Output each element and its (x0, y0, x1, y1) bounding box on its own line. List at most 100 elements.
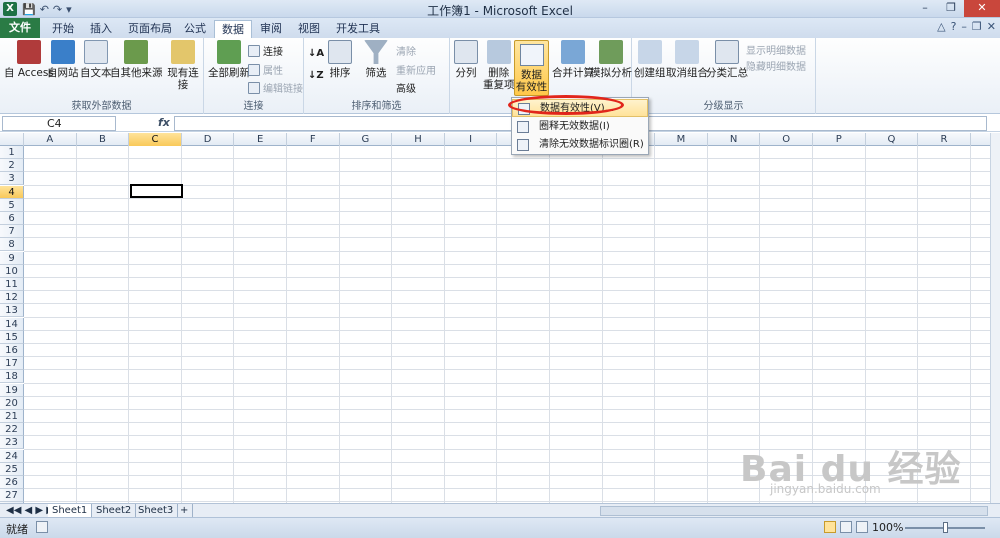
row-header[interactable]: 24 (0, 449, 24, 463)
filter-button[interactable]: 筛选 (364, 40, 388, 79)
doc-restore-icon[interactable]: ❐ (972, 20, 982, 33)
tab-page-layout[interactable]: 页面布局 (124, 20, 176, 38)
remove-duplicates-button[interactable]: 删除 重复项 (483, 40, 515, 91)
column-header[interactable]: G (340, 133, 393, 146)
ungroup-button[interactable]: 取消组合 (666, 40, 708, 79)
row-header[interactable]: 16 (0, 344, 24, 357)
page-break-view-icon[interactable] (856, 521, 868, 533)
row-header[interactable]: 15 (0, 330, 24, 344)
column-header[interactable]: B (77, 133, 130, 146)
zoom-slider-thumb[interactable] (943, 522, 948, 533)
row-header[interactable]: 27 (0, 489, 24, 503)
column-header[interactable]: F (287, 133, 340, 146)
help-icon[interactable]: ? (951, 20, 957, 33)
advanced-button[interactable]: 高级 (396, 80, 416, 95)
from-other-sources-button[interactable]: 自其他来源 (110, 40, 163, 79)
name-box[interactable]: C4 (2, 116, 116, 131)
reapply-button[interactable]: 重新应用 (396, 62, 436, 77)
tab-data[interactable]: 数据 (214, 20, 252, 39)
doc-close-icon[interactable]: ✕ (987, 20, 996, 33)
existing-connections-button[interactable]: 现有连接 (163, 40, 203, 91)
row-header[interactable]: 20 (0, 396, 24, 410)
insert-sheet-icon[interactable]: + (176, 504, 194, 518)
vertical-scrollbar[interactable] (990, 133, 1000, 503)
macro-record-icon[interactable] (36, 521, 48, 533)
row-header[interactable]: 18 (0, 370, 24, 384)
column-header[interactable]: I (445, 133, 498, 146)
row-header[interactable]: 25 (0, 462, 24, 476)
column-header[interactable]: D (182, 133, 235, 146)
column-header[interactable]: O (760, 133, 813, 146)
clear-button[interactable]: 清除 (396, 43, 416, 58)
select-all-corner[interactable] (0, 133, 24, 146)
close-button[interactable]: ✕ (964, 0, 1000, 17)
row-header[interactable]: 9 (0, 251, 24, 265)
tab-insert[interactable]: 插入 (86, 20, 116, 38)
column-header[interactable]: A (24, 133, 77, 146)
ribbon-minimize-icon[interactable]: △ (937, 20, 945, 33)
normal-view-icon[interactable] (824, 521, 836, 533)
menu-item-clear-circles[interactable]: 清除无效数据标识圈(R) (512, 136, 648, 154)
row-header[interactable]: 23 (0, 436, 24, 450)
row-header[interactable]: 19 (0, 383, 24, 397)
row-header[interactable]: 2 (0, 159, 24, 173)
menu-item-circle-invalid[interactable]: 圈释无效数据(I) (512, 118, 648, 136)
page-layout-view-icon[interactable] (840, 521, 852, 533)
column-header[interactable]: C (129, 133, 182, 146)
show-detail-button[interactable]: 显示明细数据 (746, 42, 806, 57)
row-header[interactable]: 17 (0, 357, 24, 371)
column-header[interactable]: E (234, 133, 287, 146)
restore-button[interactable]: ❐ (938, 0, 964, 17)
what-if-analysis-button[interactable]: 模拟分析 (590, 40, 632, 79)
text-to-columns-button[interactable]: 分列 (454, 40, 478, 79)
active-cell[interactable] (130, 184, 183, 198)
row-header[interactable]: 14 (0, 317, 24, 331)
from-text-button[interactable]: 自文本 (80, 40, 112, 79)
hide-detail-button[interactable]: 隐藏明细数据 (746, 58, 806, 73)
row-header[interactable]: 1 (0, 146, 24, 159)
row-header[interactable]: 6 (0, 212, 24, 225)
edit-links-button[interactable]: 编辑链接 (248, 80, 303, 95)
group-button[interactable]: 创建组 (634, 40, 666, 79)
tab-view[interactable]: 视图 (294, 20, 324, 38)
column-header[interactable]: M (655, 133, 708, 146)
horizontal-scrollbar[interactable] (600, 506, 988, 516)
row-header[interactable]: 5 (0, 198, 24, 212)
column-header[interactable]: H (392, 133, 445, 146)
row-header[interactable]: 26 (0, 476, 24, 489)
sort-az-icon[interactable]: ↓A (308, 48, 324, 59)
row-header[interactable]: 4 (0, 185, 24, 199)
subtotal-button[interactable]: 分类汇总 (706, 40, 748, 79)
doc-minimize-icon[interactable]: – (961, 20, 967, 33)
row-header[interactable]: 3 (0, 172, 24, 186)
row-header[interactable]: 21 (0, 410, 24, 423)
row-header[interactable]: 12 (0, 291, 24, 305)
row-header[interactable]: 10 (0, 264, 24, 278)
row-header[interactable]: 8 (0, 238, 24, 252)
sheet-tab-2[interactable]: Sheet2 (92, 504, 137, 518)
column-header[interactable]: R (918, 133, 971, 146)
connections-button[interactable]: 连接 (248, 43, 283, 58)
row-header[interactable]: 11 (0, 278, 24, 291)
refresh-all-button[interactable]: 全部刷新 (208, 40, 250, 79)
minimize-button[interactable]: – (912, 0, 938, 17)
consolidate-button[interactable]: 合并计算 (552, 40, 594, 79)
sort-za-icon[interactable]: ↓Z (308, 70, 324, 81)
zoom-level[interactable]: 100% (872, 521, 903, 534)
tab-home[interactable]: 开始 (48, 20, 78, 38)
tab-review[interactable]: 审阅 (256, 20, 286, 38)
tab-file[interactable]: 文件 (0, 18, 40, 38)
tab-developer[interactable]: 开发工具 (332, 20, 384, 38)
sort-button[interactable]: 排序 (328, 40, 352, 79)
sheet-tab-1[interactable]: Sheet1 (48, 504, 93, 518)
row-header[interactable]: 22 (0, 423, 24, 437)
column-header[interactable]: N (708, 133, 761, 146)
from-web-button[interactable]: 自网站 (47, 40, 79, 79)
column-header[interactable]: Q (866, 133, 919, 146)
row-header[interactable]: 7 (0, 225, 24, 239)
column-header[interactable]: P (813, 133, 866, 146)
row-header[interactable]: 13 (0, 304, 24, 318)
insert-function-icon[interactable]: fx (158, 116, 170, 129)
tab-formulas[interactable]: 公式 (180, 20, 210, 38)
sheet-tab-3[interactable]: Sheet3 (134, 504, 179, 518)
